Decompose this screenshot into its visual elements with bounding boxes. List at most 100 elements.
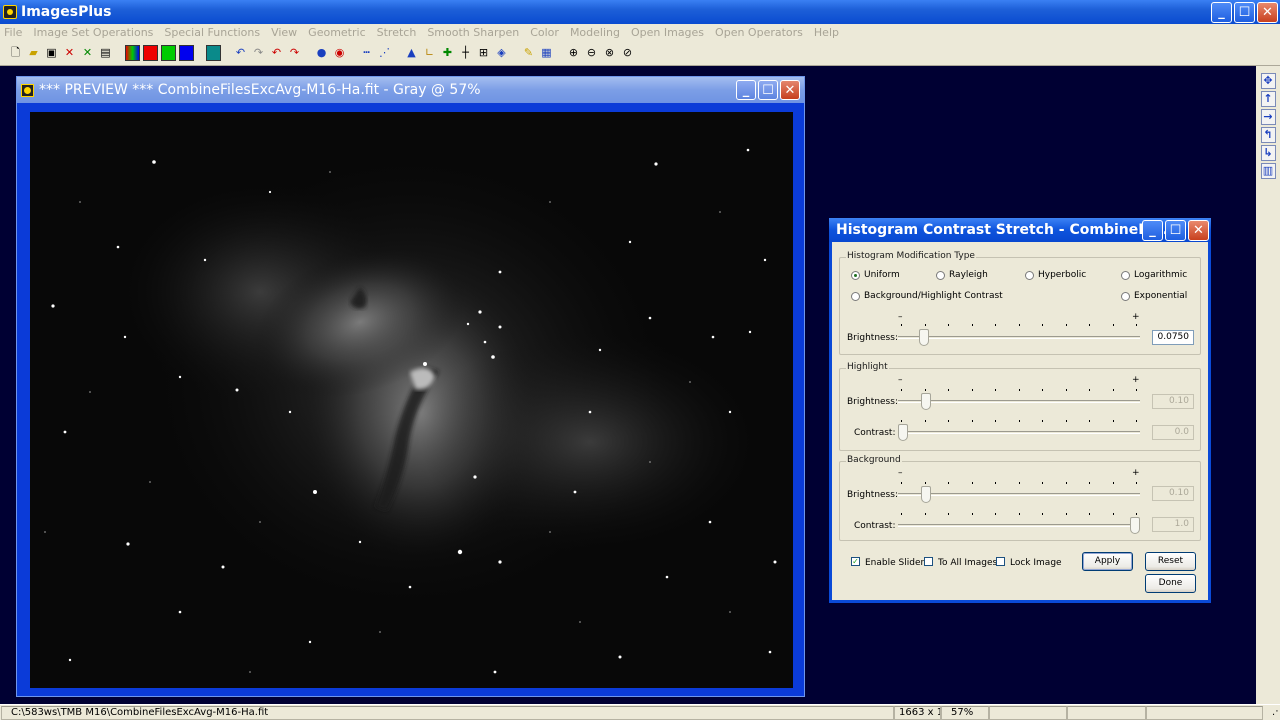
zoom-actual-icon[interactable]: ⊘: [620, 45, 635, 61]
brightness-slider-thumb[interactable]: [919, 329, 929, 346]
undo-all-icon[interactable]: ↶: [269, 45, 284, 61]
blue-channel-icon[interactable]: [179, 45, 194, 61]
menu-file[interactable]: File: [4, 26, 22, 39]
camera-icon[interactable]: ◈: [494, 45, 509, 61]
new-icon[interactable]: 🗋: [8, 45, 23, 61]
arrow-up-icon[interactable]: ↑: [1260, 91, 1276, 107]
move-icon[interactable]: ✥: [1260, 73, 1276, 89]
save-icon[interactable]: ▣: [44, 45, 59, 61]
close-all-icon[interactable]: ✕: [80, 45, 95, 61]
slider-minus-label: –: [898, 468, 903, 478]
radio-exponential[interactable]: [1121, 292, 1130, 301]
lock-image-checkbox[interactable]: [996, 557, 1005, 566]
radio-rayleigh-label: Rayleigh: [949, 270, 988, 280]
radio-rayleigh[interactable]: [936, 271, 945, 280]
brightness-value-input[interactable]: 0.0750: [1152, 330, 1194, 345]
menu-stretch[interactable]: Stretch: [377, 26, 417, 39]
rotate-right-icon[interactable]: ↳: [1260, 145, 1276, 161]
background-brightness-track[interactable]: [898, 493, 1140, 496]
rotate-left-icon[interactable]: ↰: [1260, 127, 1276, 143]
screen-icon[interactable]: [206, 45, 221, 61]
menu-geometric[interactable]: Geometric: [308, 26, 365, 39]
menu-color[interactable]: Color: [530, 26, 559, 39]
radio-uniform[interactable]: [851, 271, 860, 280]
radio-logarithmic[interactable]: [1121, 271, 1130, 280]
zoom-fit-icon[interactable]: ⊗: [602, 45, 617, 61]
minimize-button[interactable]: _: [1211, 2, 1232, 23]
menu-smooth-sharpen[interactable]: Smooth Sharpen: [427, 26, 519, 39]
apply-button[interactable]: Apply: [1082, 552, 1133, 571]
undo-icon[interactable]: ↶: [233, 45, 248, 61]
reset-button[interactable]: Reset: [1145, 552, 1196, 571]
menu-open-operators[interactable]: Open Operators: [715, 26, 803, 39]
done-button[interactable]: Done: [1145, 574, 1196, 593]
dialog-close-button[interactable]: ✕: [1188, 220, 1209, 241]
maximize-button[interactable]: ☐: [1234, 2, 1255, 23]
circle-icon[interactable]: ●: [314, 45, 329, 61]
background-contrast-value[interactable]: 1.0: [1152, 517, 1194, 532]
dialog-maximize-button[interactable]: ☐: [1165, 220, 1186, 241]
copy-icon[interactable]: ▥: [1260, 163, 1276, 179]
rgb-icon[interactable]: [125, 45, 140, 61]
status-file-path: C:\583ws\TMB M16\CombineFilesExcAvg-M16-…: [1, 706, 894, 720]
arrow-right-icon[interactable]: →: [1260, 109, 1276, 125]
highlight-brightness-track[interactable]: [898, 400, 1140, 403]
plus-icon[interactable]: ✚: [440, 45, 455, 61]
astro-image-canvas[interactable]: [30, 112, 793, 688]
axes-icon[interactable]: ∟: [422, 45, 437, 61]
radio-hyperbolic[interactable]: [1025, 271, 1034, 280]
resize-grip[interactable]: ⋰: [1263, 706, 1279, 720]
dot-icon[interactable]: ◉: [332, 45, 347, 61]
highlight-contrast-track[interactable]: [898, 431, 1140, 434]
dialog-window-controls: _ ☐ ✕: [1142, 220, 1209, 241]
preview-maximize-button[interactable]: ☐: [758, 80, 778, 100]
red-channel-icon[interactable]: [143, 45, 158, 61]
status-panel-5: [1067, 706, 1146, 720]
group-label: Highlight: [846, 362, 889, 372]
radio-background-highlight[interactable]: [851, 292, 860, 301]
print-icon[interactable]: ▤: [98, 45, 113, 61]
levels-icon[interactable]: ⋰: [377, 45, 392, 61]
matrix-icon[interactable]: ▦: [539, 45, 554, 61]
preview-minimize-button[interactable]: _: [736, 80, 756, 100]
dialog-minimize-button[interactable]: _: [1142, 220, 1163, 241]
triangle-icon[interactable]: ▲: [404, 45, 419, 61]
highlight-brightness-thumb[interactable]: [921, 393, 931, 410]
crosshair-icon[interactable]: ┼: [458, 45, 473, 61]
menu-image-set-operations[interactable]: Image Set Operations: [33, 26, 153, 39]
status-zoom: 57%: [941, 706, 989, 720]
brightness-ticks: [901, 324, 1137, 327]
redo-icon[interactable]: ↷: [251, 45, 266, 61]
zoom-in-icon[interactable]: ⊕: [566, 45, 581, 61]
grid-icon[interactable]: ⊞: [476, 45, 491, 61]
preview-titlebar[interactable]: *** PREVIEW *** CombineFilesExcAvg-M16-H…: [17, 77, 804, 103]
close-button[interactable]: ✕: [1257, 2, 1278, 23]
close-icon[interactable]: ✕: [62, 45, 77, 61]
preview-window[interactable]: *** PREVIEW *** CombineFilesExcAvg-M16-H…: [16, 76, 805, 697]
enable-slider-checkbox[interactable]: ✓: [851, 557, 860, 566]
menu-special-functions[interactable]: Special Functions: [164, 26, 260, 39]
zoom-out-icon[interactable]: ⊖: [584, 45, 599, 61]
menu-open-images[interactable]: Open Images: [631, 26, 704, 39]
highlight-contrast-thumb[interactable]: [898, 424, 908, 441]
histogram-stretch-dialog[interactable]: Histogram Contrast Stretch - CombineFil.…: [829, 218, 1211, 603]
background-contrast-track[interactable]: [898, 524, 1140, 527]
menu-help[interactable]: Help: [814, 26, 839, 39]
background-brightness-value[interactable]: 0.10: [1152, 486, 1194, 501]
green-channel-icon[interactable]: [161, 45, 176, 61]
brightness-slider-track[interactable]: [898, 336, 1140, 339]
background-contrast-thumb[interactable]: [1130, 517, 1140, 534]
highlight-contrast-value[interactable]: 0.0: [1152, 425, 1194, 440]
redo-all-icon[interactable]: ↷: [287, 45, 302, 61]
pencil-icon[interactable]: ✎: [521, 45, 536, 61]
menu-modeling[interactable]: Modeling: [570, 26, 620, 39]
nebula-image: [30, 112, 793, 688]
preview-title: *** PREVIEW *** CombineFilesExcAvg-M16-H…: [39, 82, 481, 98]
background-brightness-thumb[interactable]: [921, 486, 931, 503]
highlight-brightness-value[interactable]: 0.10: [1152, 394, 1194, 409]
menu-view[interactable]: View: [271, 26, 297, 39]
preview-close-button[interactable]: ✕: [780, 80, 800, 100]
dashes-icon[interactable]: ┅: [359, 45, 374, 61]
to-all-images-checkbox[interactable]: [924, 557, 933, 566]
open-icon[interactable]: ▰: [26, 45, 41, 61]
